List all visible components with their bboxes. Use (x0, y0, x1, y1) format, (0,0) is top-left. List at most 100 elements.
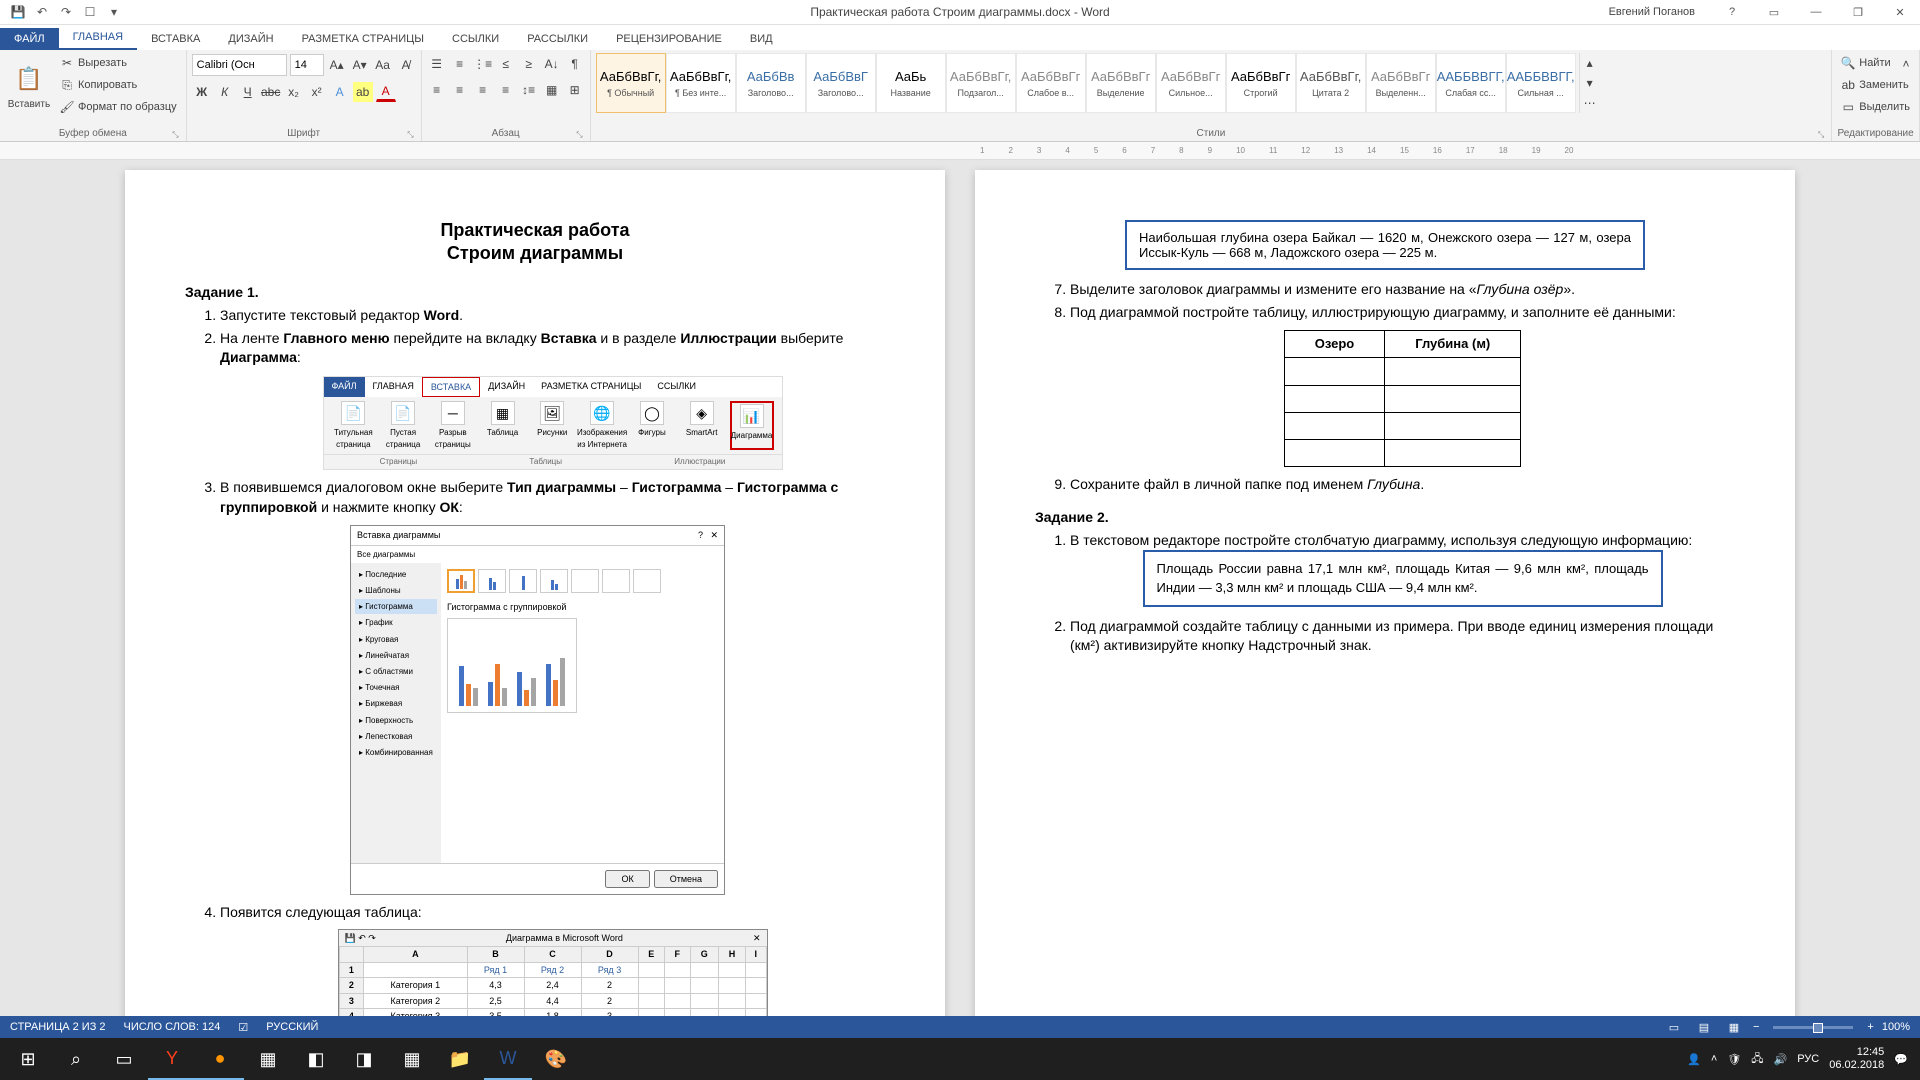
save-icon[interactable]: 💾 (10, 4, 26, 20)
clear-format-icon[interactable]: A̸ (396, 55, 416, 75)
horizontal-ruler[interactable]: 1234567891011121314151617181920 (0, 142, 1920, 160)
tab-file[interactable]: ФАЙЛ (0, 28, 59, 50)
styles-gallery[interactable]: АаБбВвГг,¶ ОбычныйАаБбВвГг,¶ Без инте...… (596, 53, 1576, 113)
app-icon-1[interactable]: ◧ (292, 1038, 340, 1080)
align-left-icon[interactable]: ≡ (427, 80, 447, 100)
styles-down-icon[interactable]: ▾ (1580, 73, 1600, 93)
show-marks-icon[interactable]: ¶ (565, 54, 585, 74)
language-indicator[interactable]: РУССКИЙ (266, 1021, 318, 1034)
bullets-icon[interactable]: ☰ (427, 54, 447, 74)
zoom-in-icon[interactable]: + (1867, 1021, 1873, 1033)
customize-qat-icon[interactable]: ▾ (106, 4, 122, 20)
paint-icon[interactable]: 🎨 (532, 1038, 580, 1080)
format-painter-button[interactable]: 🖌Формат по образцу (56, 97, 181, 117)
grow-font-icon[interactable]: A▴ (327, 55, 347, 75)
proofing-icon[interactable]: ☑ (238, 1021, 248, 1034)
web-layout-icon[interactable]: ▦ (1723, 1018, 1745, 1036)
italic-button[interactable]: К (215, 82, 235, 102)
select-button[interactable]: ▭Выделить (1837, 97, 1914, 117)
tab-home[interactable]: ГЛАВНАЯ (59, 26, 137, 50)
replace-button[interactable]: abЗаменить (1837, 75, 1914, 95)
style-item[interactable]: АаБьНазвание (876, 53, 946, 113)
word-count[interactable]: ЧИСЛО СЛОВ: 124 (124, 1021, 221, 1034)
subscript-button[interactable]: x₂ (284, 82, 304, 102)
expand-icon[interactable]: ⤡ (1818, 130, 1824, 140)
style-item[interactable]: ААББВВГГ,Сильная ... (1506, 53, 1576, 113)
word-icon[interactable]: W (484, 1038, 532, 1080)
expand-icon[interactable]: ⤡ (172, 130, 178, 140)
touch-mode-icon[interactable]: ☐ (82, 4, 98, 20)
ribbon-options-icon[interactable]: ▭ (1759, 2, 1789, 22)
expand-icon[interactable]: ⤡ (576, 130, 582, 140)
tray-defender-icon[interactable]: 🛡 (1727, 1053, 1741, 1066)
tab-review[interactable]: РЕЦЕНЗИРОВАНИЕ (602, 28, 736, 50)
zoom-slider[interactable] (1773, 1026, 1853, 1029)
sort-icon[interactable]: A↓ (542, 54, 562, 74)
minimize-icon[interactable]: — (1801, 2, 1831, 22)
start-button[interactable]: ⊞ (4, 1038, 52, 1080)
style-item[interactable]: АаБбВвГг,¶ Обычный (596, 53, 666, 113)
calendar-icon[interactable]: ▦ (388, 1038, 436, 1080)
tray-clock[interactable]: 12:4506.02.2018 (1829, 1046, 1884, 1072)
style-item[interactable]: ААББВВГГ,Слабая сс... (1436, 53, 1506, 113)
styles-up-icon[interactable]: ▴ (1580, 53, 1600, 73)
tray-people-icon[interactable]: 👤 (1687, 1053, 1701, 1066)
align-right-icon[interactable]: ≡ (473, 80, 493, 100)
highlight-icon[interactable]: ab (353, 82, 373, 102)
print-layout-icon[interactable]: ▤ (1693, 1018, 1715, 1036)
styles-more-icon[interactable]: ⋯ (1580, 93, 1600, 113)
tray-network-icon[interactable]: 🖧 (1751, 1050, 1763, 1069)
style-item[interactable]: АаБбВвГг,Цитата 2 (1296, 53, 1366, 113)
tab-layout[interactable]: РАЗМЕТКА СТРАНИЦЫ (288, 28, 438, 50)
style-item[interactable]: АаБбВвГЗаголово... (806, 53, 876, 113)
shading-icon[interactable]: ▦ (542, 80, 562, 100)
style-item[interactable]: АаБбВвЗаголово... (736, 53, 806, 113)
cut-button[interactable]: ✂Вырезать (56, 53, 181, 73)
justify-icon[interactable]: ≡ (496, 80, 516, 100)
line-spacing-icon[interactable]: ↕≡ (519, 80, 539, 100)
tab-references[interactable]: ССЫЛКИ (438, 28, 513, 50)
search-icon[interactable]: ⌕ (52, 1038, 100, 1080)
tab-design[interactable]: ДИЗАЙН (214, 28, 287, 50)
zoom-out-icon[interactable]: − (1753, 1021, 1759, 1033)
borders-icon[interactable]: ⊞ (565, 80, 585, 100)
tab-view[interactable]: ВИД (736, 28, 787, 50)
help-icon[interactable]: ? (1717, 2, 1747, 22)
style-item[interactable]: АаБбВвГгСтрогий (1226, 53, 1296, 113)
numbering-icon[interactable]: ≡ (450, 54, 470, 74)
decrease-indent-icon[interactable]: ≤ (496, 54, 516, 74)
strike-button[interactable]: abc (261, 82, 281, 102)
font-name-input[interactable] (192, 54, 287, 76)
undo-icon[interactable]: ↶ (34, 4, 50, 20)
increase-indent-icon[interactable]: ≥ (519, 54, 539, 74)
zoom-level[interactable]: 100% (1882, 1021, 1910, 1033)
calculator-icon[interactable]: ▦ (244, 1038, 292, 1080)
multilevel-icon[interactable]: ⋮≡ (473, 54, 493, 74)
shrink-font-icon[interactable]: A▾ (350, 55, 370, 75)
yandex-icon[interactable]: Y (148, 1038, 196, 1080)
firefox-icon[interactable]: ● (196, 1038, 244, 1080)
style-item[interactable]: АаБбВвГгСильное... (1156, 53, 1226, 113)
document-area[interactable]: Практическая работа Строим диаграммы Зад… (0, 160, 1920, 1038)
user-name[interactable]: Евгений Поганов (1609, 6, 1695, 18)
page-2[interactable]: Наибольшая глубина озера Байкал — 1620 м… (975, 170, 1795, 1038)
page-indicator[interactable]: СТРАНИЦА 2 ИЗ 2 (10, 1021, 106, 1034)
tray-language[interactable]: РУС (1797, 1053, 1819, 1065)
superscript-button[interactable]: x² (307, 82, 327, 102)
style-item[interactable]: АаБбВвГг,¶ Без инте... (666, 53, 736, 113)
style-item[interactable]: АаБбВвГгВыделенн... (1366, 53, 1436, 113)
maximize-icon[interactable]: ❐ (1843, 2, 1873, 22)
tray-up-icon[interactable]: ˄ (1711, 1053, 1717, 1065)
collapse-ribbon-icon[interactable]: ˄ (1896, 54, 1916, 74)
font-color-icon[interactable]: A (376, 82, 396, 102)
style-item[interactable]: АаБбВвГгВыделение (1086, 53, 1156, 113)
bold-button[interactable]: Ж (192, 82, 212, 102)
close-icon[interactable]: ✕ (1885, 2, 1915, 22)
paste-button[interactable]: 📋 Вставить (5, 53, 53, 119)
style-item[interactable]: АаБбВвГгСлабое в... (1016, 53, 1086, 113)
change-case-icon[interactable]: Aa (373, 55, 393, 75)
page-1[interactable]: Практическая работа Строим диаграммы Зад… (125, 170, 945, 1038)
app-icon-2[interactable]: ◨ (340, 1038, 388, 1080)
copy-button[interactable]: ⎘Копировать (56, 75, 181, 95)
tab-insert[interactable]: ВСТАВКА (137, 28, 214, 50)
